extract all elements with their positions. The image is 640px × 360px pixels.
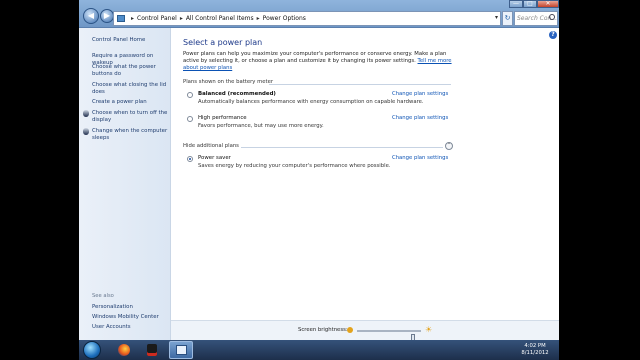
taskbar-firefox[interactable] <box>113 341 135 359</box>
plan-description: Automatically balances performance with … <box>198 99 424 105</box>
taskbar-control-panel[interactable] <box>169 341 193 359</box>
control-panel-icon <box>176 345 187 355</box>
plan-name: High performance <box>198 115 247 121</box>
plan-balanced[interactable]: Balanced (recommended) Automatically bal… <box>187 91 457 111</box>
window-controls: — □ ✕ <box>509 0 559 8</box>
collapse-chevron-icon[interactable]: ˄ <box>445 142 453 150</box>
windows-start-icon[interactable] <box>83 341 101 359</box>
desktop-screen: ◀ ▶ ▸ Control Panel ▸ All Control Panel Ite… <box>79 0 559 360</box>
shield-icon <box>83 110 89 117</box>
address-dropdown-icon[interactable]: ▾ <box>492 11 501 26</box>
sidebar-item-home[interactable]: Control Panel Home <box>92 37 170 44</box>
brightness-label: Screen brightness: <box>298 327 348 333</box>
breadcrumb-chevron-icon[interactable]: ▸ <box>257 15 260 22</box>
address-bar[interactable]: ▸ Control Panel ▸ All Control Panel Items ▸ P… <box>113 11 501 26</box>
breadcrumb-chevron-icon[interactable]: ▸ <box>180 15 183 22</box>
plan-description: Favors performance, but may use more ene… <box>198 123 324 129</box>
sidebar-item-user-accounts[interactable]: User Accounts <box>92 324 170 331</box>
help-icon[interactable]: ? <box>549 31 557 39</box>
main-content: ? Select a power plan Power plans can he… <box>171 28 559 344</box>
change-plan-settings-link[interactable]: Change plan settings <box>392 155 448 161</box>
control-panel-icon <box>117 15 125 22</box>
breadcrumb-control-panel[interactable]: Control Panel <box>137 15 177 22</box>
window-titlebar: ◀ ▶ ▸ Control Panel ▸ All Control Panel Ite… <box>79 0 559 28</box>
sidebar: Control Panel Home Require a password on… <box>79 28 171 340</box>
gimp-icon <box>147 344 157 356</box>
plan-description: Saves energy by reducing your computer's… <box>198 163 391 169</box>
close-button[interactable]: ✕ <box>537 0 559 8</box>
plan-name: Power saver <box>198 155 231 161</box>
minimize-button[interactable]: — <box>509 0 523 8</box>
sun-bright-icon: ☀ <box>425 325 433 334</box>
sidebar-item-power-buttons[interactable]: Choose what the power buttons do <box>92 64 170 78</box>
clock-date: 8/11/2012 <box>521 350 549 356</box>
sidebar-item-create-plan[interactable]: Create a power plan <box>92 99 170 106</box>
search-input[interactable]: Search Con... <box>514 11 558 26</box>
taskbar-clock[interactable]: 4:02 PM 8/11/2012 <box>515 343 555 357</box>
divider <box>269 84 451 85</box>
refresh-icon[interactable]: ↻ <box>502 11 513 26</box>
breadcrumb-power-options[interactable]: Power Options <box>263 15 306 22</box>
intro-text: Power plans can help you maximize your c… <box>183 51 455 72</box>
change-plan-settings-link[interactable]: Change plan settings <box>392 91 448 97</box>
plan-radio[interactable] <box>187 92 193 98</box>
plan-name: Balanced (recommended) <box>198 91 276 97</box>
maximize-button[interactable]: □ <box>523 0 537 8</box>
shield-icon <box>83 128 89 135</box>
brightness-bar: Screen brightness: ☀ <box>171 320 559 344</box>
plan-radio[interactable] <box>187 156 193 162</box>
firefox-icon <box>118 344 130 356</box>
sidebar-item-label: Choose when to turn off the display <box>92 110 168 123</box>
taskbar-gimp[interactable] <box>141 341 163 359</box>
intro-body: Power plans can help you maximize your c… <box>183 51 447 64</box>
sidebar-item-mobility-center[interactable]: Windows Mobility Center <box>92 314 170 321</box>
divider <box>241 147 443 148</box>
sun-dim-icon <box>347 327 353 333</box>
plan-radio[interactable] <box>187 116 193 122</box>
forward-button[interactable]: ▶ <box>100 9 114 23</box>
clock-time: 4:02 PM <box>524 343 546 349</box>
back-button[interactable]: ◀ <box>83 8 99 24</box>
sidebar-item-label: Change when the computer sleeps <box>92 128 168 141</box>
group-heading-battery: Plans shown on the battery meter <box>183 79 274 85</box>
breadcrumb-all-items[interactable]: All Control Panel Items <box>186 15 254 22</box>
page-title: Select a power plan <box>183 38 263 47</box>
see-also-heading: See also <box>92 293 114 299</box>
breadcrumb-chevron-icon: ▸ <box>131 15 135 22</box>
group-heading-hidden[interactable]: Hide additional plans <box>183 143 239 149</box>
change-plan-settings-link[interactable]: Change plan settings <box>392 115 448 121</box>
sidebar-item-display[interactable]: Choose when to turn off the display <box>83 110 170 124</box>
taskbar: 4:02 PM 8/11/2012 <box>79 340 559 360</box>
sidebar-item-sleep[interactable]: Change when the computer sleeps <box>83 128 170 142</box>
search-icon[interactable] <box>549 14 555 20</box>
sidebar-item-lid[interactable]: Choose what closing the lid does <box>92 82 170 96</box>
sidebar-item-personalization[interactable]: Personalization <box>92 304 170 311</box>
brightness-slider[interactable] <box>357 330 421 344</box>
plan-high-performance[interactable]: High performance Favors performance, but… <box>187 115 457 135</box>
plan-power-saver[interactable]: Power saver Saves energy by reducing you… <box>187 155 457 175</box>
